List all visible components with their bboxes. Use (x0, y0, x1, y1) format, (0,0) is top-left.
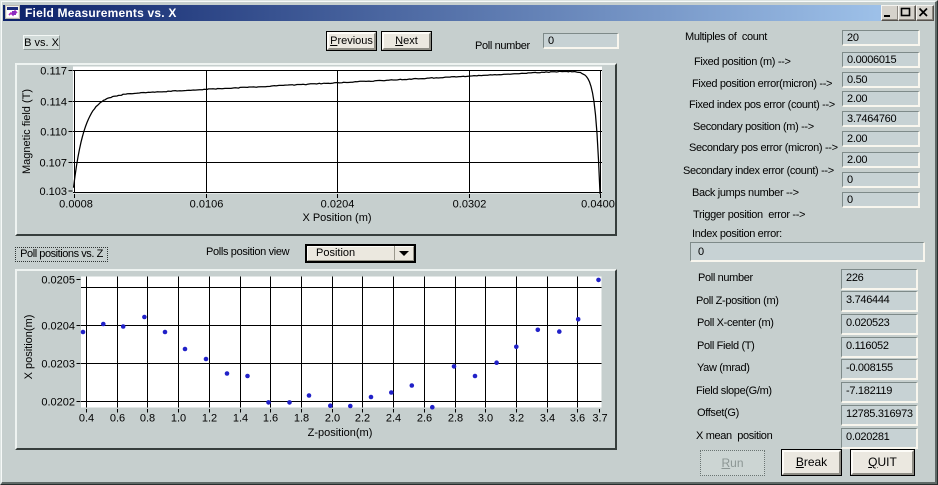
svg-text:0.110: 0.110 (40, 127, 67, 139)
svg-text:X position(m): X position(m) (23, 315, 35, 380)
svg-text:0.0302: 0.0302 (453, 199, 487, 211)
svg-text:2.0: 2.0 (325, 413, 340, 425)
svg-text:2.4: 2.4 (386, 413, 401, 425)
svg-text:0.103: 0.103 (39, 186, 67, 198)
svg-text:0.4: 0.4 (79, 413, 94, 425)
svg-text:0.8: 0.8 (140, 413, 155, 425)
svg-text:3.0: 3.0 (478, 413, 493, 425)
svg-text:3.2: 3.2 (509, 413, 524, 425)
svg-text:Magnetic field (T): Magnetic field (T) (21, 89, 33, 174)
svg-text:0.0205: 0.0205 (41, 275, 75, 287)
svg-text:0.107: 0.107 (39, 158, 67, 170)
svg-text:X Position (m): X Position (m) (302, 212, 371, 224)
svg-text:1.2: 1.2 (202, 413, 217, 425)
svg-text:0.6: 0.6 (110, 413, 125, 425)
svg-text:0.0400: 0.0400 (581, 199, 615, 211)
svg-text:0.0204: 0.0204 (321, 199, 355, 211)
svg-text:1.6: 1.6 (263, 413, 278, 425)
svg-text:3.4: 3.4 (540, 413, 555, 425)
svg-text:1.4: 1.4 (233, 413, 248, 425)
svg-text:0.0008: 0.0008 (59, 199, 93, 211)
svg-text:0.0106: 0.0106 (190, 199, 224, 211)
svg-text:0.0204: 0.0204 (41, 321, 75, 333)
svg-text:2.6: 2.6 (417, 413, 432, 425)
svg-text:2.8: 2.8 (448, 413, 463, 425)
svg-text:0.0202: 0.0202 (41, 397, 75, 409)
svg-text:0.117: 0.117 (40, 66, 67, 78)
svg-text:1.0: 1.0 (171, 413, 186, 425)
svg-text:0.114: 0.114 (40, 97, 67, 109)
svg-text:1.8: 1.8 (294, 413, 309, 425)
svg-text:0.0203: 0.0203 (41, 359, 75, 371)
svg-text:3.7: 3.7 (592, 413, 607, 425)
svg-text:Z-position(m): Z-position(m) (308, 427, 373, 439)
svg-text:3.6: 3.6 (570, 413, 585, 425)
svg-text:2.2: 2.2 (355, 413, 370, 425)
